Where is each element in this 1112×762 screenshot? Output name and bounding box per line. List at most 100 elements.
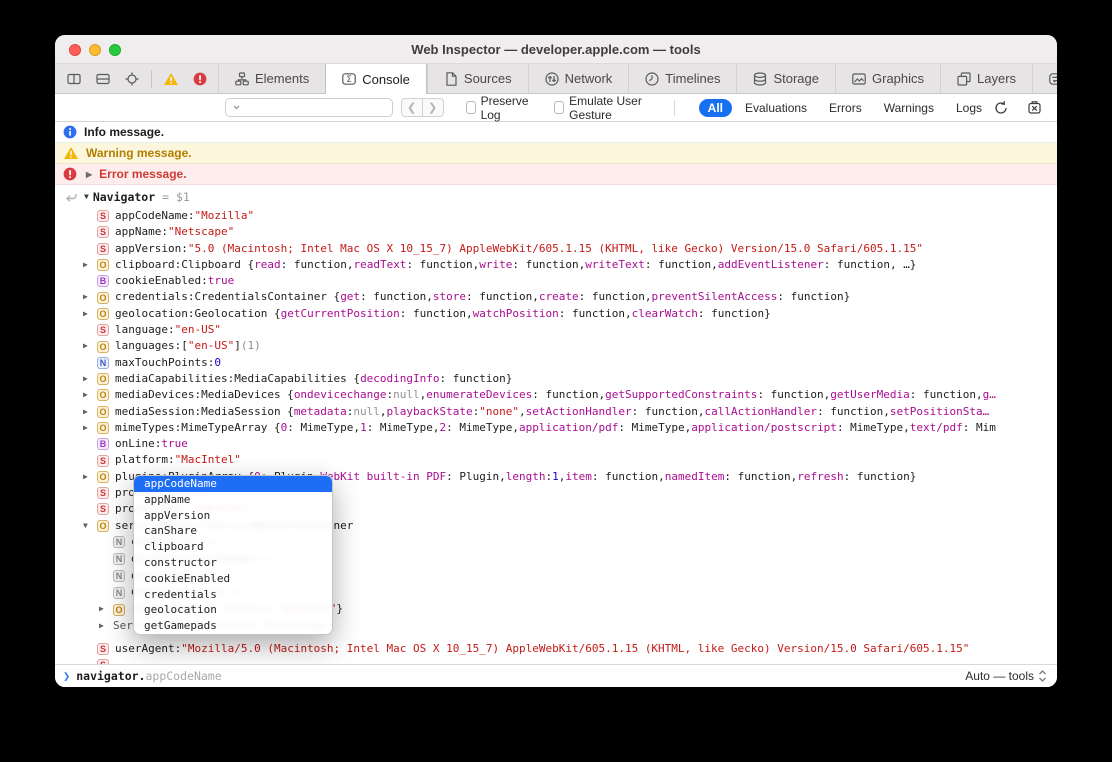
disclosure-open-icon[interactable]: ▼: [84, 192, 89, 201]
property-row[interactable]: BonLine: true: [55, 436, 1057, 452]
type-badge: O: [97, 373, 109, 386]
scope-warnings[interactable]: Warnings: [875, 99, 943, 117]
property-row[interactable]: ▶ Oclipboard: Clipboard {read: function, …: [55, 257, 1057, 273]
disclosure-closed-icon[interactable]: ▶: [99, 601, 113, 618]
autocomplete-item-appVersion[interactable]: appVersion: [134, 508, 332, 524]
property-row[interactable]: BcookieEnabled: true: [55, 273, 1057, 289]
property-value-segment: decodingInfo: [360, 371, 440, 385]
disclosure-closed-icon[interactable]: ▶: [83, 371, 97, 387]
pane-horizontal-button[interactable]: [93, 68, 113, 90]
type-badge: S: [97, 210, 109, 223]
property-row[interactable]: NmaxTouchPoints: 0: [55, 355, 1057, 371]
tab-audit[interactable]: Audit: [1032, 64, 1057, 93]
scope-errors[interactable]: Errors: [820, 99, 871, 117]
tab-sources[interactable]: Sources: [426, 64, 528, 93]
search-input[interactable]: [242, 101, 387, 114]
pane-vertical-button[interactable]: [64, 68, 84, 90]
autocomplete-item-getGamepads[interactable]: getGamepads: [134, 618, 332, 634]
prompt-completion-hint: appCodeName: [145, 669, 222, 683]
warning-triangle-button[interactable]: [161, 68, 181, 90]
property-row[interactable]: ▶ OmimeTypes: MimeTypeArray {0: MimeType,…: [55, 420, 1057, 436]
disclosure-closed-icon[interactable]: ▶: [83, 338, 97, 354]
message-text: Info message.: [84, 125, 165, 139]
disclosure-closed-icon[interactable]: ▶: [83, 289, 97, 305]
property-value-segment: Clipboard {: [181, 257, 255, 271]
property-value-segment: WebKit built-in PDF: [320, 469, 447, 483]
console-search-field[interactable]: [225, 98, 393, 117]
property-value-segment: : Mim: [962, 420, 996, 434]
property-name: platform:: [115, 453, 175, 467]
property-row[interactable]: SappCodeName: "Mozilla": [55, 208, 1057, 224]
disclosure-closed-icon[interactable]: ▶: [83, 420, 97, 436]
tab-graphics[interactable]: Graphics: [835, 64, 940, 93]
find-previous-button[interactable]: ❮: [400, 98, 423, 117]
property-row[interactable]: ▶ Ogeolocation: Geolocation {getCurrentPo…: [55, 306, 1057, 322]
find-navigation: ❮ ❯: [400, 98, 444, 117]
property-row[interactable]: S: [55, 657, 1057, 664]
disclosure-closed-icon[interactable]: ▶: [83, 257, 97, 273]
checkbox-box[interactable]: [465, 101, 476, 114]
checkbox-emulate-user-gesture[interactable]: Emulate User Gesture: [554, 94, 656, 122]
find-next-button[interactable]: ❯: [421, 98, 444, 117]
evaluated-result-row[interactable]: ▼ Navigator = $1: [55, 185, 1057, 208]
disclosure-closed-icon[interactable]: ▶: [99, 618, 113, 635]
scope-evaluations[interactable]: Evaluations: [736, 99, 816, 117]
element-picker-button[interactable]: [122, 68, 142, 90]
info-message-row[interactable]: Info message.: [55, 122, 1057, 143]
property-row[interactable]: ▶ OmediaSession: MediaSession {metadata: …: [55, 404, 1057, 420]
tab-network[interactable]: Network: [527, 64, 629, 93]
disclosure-closed-icon[interactable]: ▶: [83, 387, 97, 403]
message-scope-bar: All Evaluations Errors Warnings Logs: [698, 98, 991, 117]
error-badge-button[interactable]: [190, 68, 210, 90]
disclosure-closed-icon[interactable]: ▶: [83, 306, 97, 322]
scope-logs[interactable]: Logs: [947, 99, 991, 117]
property-row[interactable]: ▶ Ocredentials: CredentialsContainer {get…: [55, 289, 1057, 305]
type-badge: S: [97, 226, 109, 239]
tab-storage[interactable]: Storage: [736, 64, 835, 93]
minimize-window-button[interactable]: [89, 43, 101, 56]
property-row[interactable]: Splatform: "MacIntel": [55, 452, 1057, 468]
execution-context-select[interactable]: Auto — tools: [965, 669, 1047, 683]
autocomplete-item-canShare[interactable]: canShare: [134, 523, 332, 539]
autocomplete-item-credentials[interactable]: credentials: [134, 587, 332, 603]
tab-timelines[interactable]: Timelines: [628, 64, 736, 93]
property-row[interactable]: Slanguage: "en-US": [55, 322, 1057, 338]
property-row[interactable]: ▶ OmediaCapabilities: MediaCapabilities {…: [55, 371, 1057, 387]
tab-elements[interactable]: Elements: [218, 64, 325, 93]
property-value-segment: : function,: [757, 388, 831, 402]
tab-console[interactable]: Σ Console: [325, 64, 427, 94]
property-row[interactable]: SappVersion: "5.0 (Macintosh; Intel Mac …: [55, 241, 1057, 257]
warning-message-row[interactable]: Warning message.: [55, 143, 1057, 164]
traffic-lights: [69, 43, 121, 56]
autocomplete-item-cookieEnabled[interactable]: cookieEnabled: [134, 571, 332, 587]
autocomplete-item-clipboard[interactable]: clipboard: [134, 539, 332, 555]
property-row[interactable]: SuserAgent: "Mozilla/5.0 (Macintosh; Int…: [55, 641, 1057, 657]
autocomplete-item-appCodeName[interactable]: appCodeName: [134, 476, 332, 492]
scope-all[interactable]: All: [698, 98, 732, 117]
disclosure-closed-icon[interactable]: ▶: [83, 469, 97, 485]
error-badge-icon: [193, 72, 207, 86]
property-row[interactable]: ▶ OmediaDevices: MediaDevices {ondevicech…: [55, 387, 1057, 403]
console-prompt-bar[interactable]: ❯ navigator. appCodeName Auto — tools: [55, 664, 1057, 687]
disclosure-closed-icon[interactable]: ▶: [86, 170, 92, 179]
autocomplete-item-constructor[interactable]: constructor: [134, 555, 332, 571]
disclosure-closed-icon[interactable]: ▶: [83, 404, 97, 420]
close-window-button[interactable]: [69, 43, 81, 56]
autocomplete-item-appName[interactable]: appName: [134, 492, 332, 508]
zoom-window-button[interactable]: [109, 43, 121, 56]
property-value-segment: Geolocation {: [194, 306, 281, 320]
property-value-segment: addEventListener: [717, 257, 824, 271]
circular-arrows-icon: [993, 100, 1009, 116]
tab-layers[interactable]: Layers: [940, 64, 1032, 93]
property-row[interactable]: SappName: "Netscape": [55, 224, 1057, 240]
disclosure-open-icon[interactable]: ▼: [83, 518, 97, 534]
clear-console-button[interactable]: [1024, 97, 1044, 119]
autocomplete-item-geolocation[interactable]: geolocation: [134, 602, 332, 618]
tab-bar: Elements Σ Console Sources Network Timelines S…: [55, 64, 1057, 94]
checkbox-preserve-log[interactable]: Preserve Log: [465, 94, 533, 122]
circular-arrows-button[interactable]: [991, 97, 1011, 119]
checkbox-box[interactable]: [554, 101, 565, 114]
error-message-row[interactable]: ▶ Error message.: [55, 164, 1057, 185]
chevron-down-icon[interactable]: [233, 105, 240, 110]
property-row[interactable]: ▶ Olanguages: ["en-US"] (1): [55, 338, 1057, 354]
